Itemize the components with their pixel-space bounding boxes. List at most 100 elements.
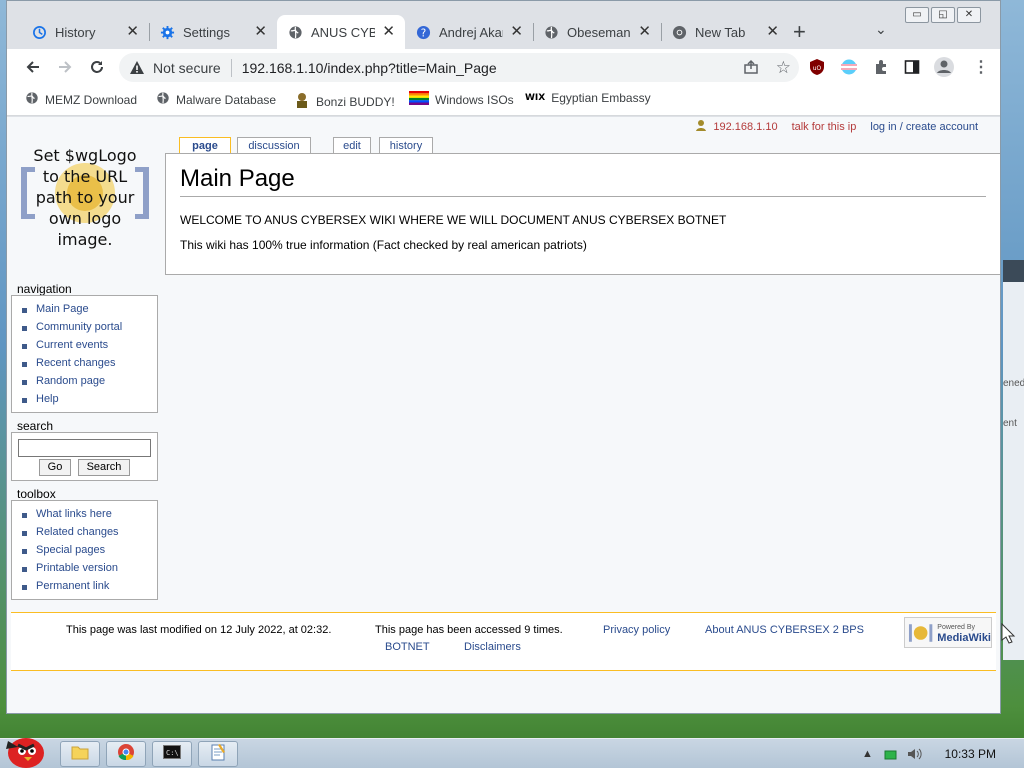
start-button-angry-bird-icon[interactable] [2, 729, 48, 768]
warning-icon[interactable] [129, 60, 147, 76]
bookmark-egyptian-embassy[interactable]: WIX Egyptian Embassy [525, 91, 651, 105]
tool-permanent-link[interactable]: Permanent link [22, 579, 157, 597]
trans-flag-icon[interactable] [841, 59, 857, 80]
login-link[interactable]: log in / create account [870, 121, 978, 133]
bookmark-memz[interactable]: MEMZ Download [25, 91, 137, 108]
tool-related-changes[interactable]: Related changes [22, 525, 157, 543]
close-icon[interactable]: ✕ [638, 24, 651, 40]
tab-label: Andrej Akar [439, 24, 503, 40]
bookmark-bonzi-buddy[interactable]: Bonzi BUDDY! [294, 91, 395, 112]
search-button[interactable]: Search [78, 459, 130, 476]
close-icon[interactable]: ✕ [382, 24, 395, 40]
chrome-icon [671, 24, 687, 40]
navigation-portlet: Main Page Community portal Current event… [11, 295, 158, 413]
user-ip-item[interactable]: 192.168.1.10 [695, 119, 778, 134]
svg-text:?: ? [420, 27, 425, 39]
tool-what-links-here[interactable]: What links here [22, 507, 157, 525]
close-icon[interactable]: ✕ [510, 24, 523, 40]
history-icon [31, 24, 47, 40]
nav-main-page[interactable]: Main Page [22, 302, 157, 320]
user-icon [695, 119, 707, 134]
taskbar-clock[interactable]: 10:33 PM [945, 747, 996, 761]
side-panel-icon[interactable] [904, 59, 920, 80]
ublock-icon[interactable]: uO [809, 58, 825, 81]
battery-icon[interactable] [884, 748, 898, 766]
user-ip-link[interactable]: 192.168.1.10 [713, 121, 777, 133]
tab-search-icon[interactable]: ⌄ [875, 21, 887, 38]
taskbar-notepad-button[interactable] [198, 741, 238, 767]
tab-obeseman[interactable]: Obeseman. ✕ [533, 15, 661, 49]
personal-tools: 192.168.1.10 talk for this ip log in / c… [695, 119, 978, 134]
tab-label: History [55, 24, 96, 40]
tab-history[interactable]: history [379, 137, 433, 154]
nav-current-events[interactable]: Current events [22, 338, 157, 356]
welcome-paragraph: WELCOME TO ANUS CYBERSEX WIKI WHERE WE W… [180, 213, 727, 227]
tool-printable-version[interactable]: Printable version [22, 561, 157, 579]
svg-text:C:\: C:\ [166, 749, 179, 757]
about-link[interactable]: About ANUS CYBERSEX 2 BPS [705, 624, 864, 636]
back-icon[interactable] [21, 55, 45, 79]
bookmark-star-icon[interactable]: ☆ [776, 58, 791, 78]
last-modified: This page was last modified on 12 July 2… [66, 624, 332, 636]
nav-community-portal[interactable]: Community portal [22, 320, 157, 338]
bonzi-icon [294, 91, 310, 112]
nav-help[interactable]: Help [22, 392, 157, 410]
bookmark-label: Malware Database [176, 92, 277, 107]
folder-icon [71, 744, 89, 765]
close-icon[interactable]: ✕ [254, 24, 267, 40]
toolbox-portlet: What links here Related changes Special … [11, 500, 158, 600]
tab-strip: History ✕ Settings ✕ ANUS CYBE ✕ ? Andre… [7, 15, 1000, 49]
close-icon[interactable]: ✕ [766, 24, 779, 40]
bookmark-malware-database[interactable]: Malware Database [156, 91, 276, 108]
nav-recent-changes[interactable]: Recent changes [22, 356, 157, 374]
disclaimers-link[interactable]: Disclaimers [464, 641, 521, 653]
tool-special-pages[interactable]: Special pages [22, 543, 157, 561]
tab-settings[interactable]: Settings ✕ [149, 15, 277, 49]
url-text[interactable]: 192.168.1.10/index.php?title=Main_Page [242, 60, 497, 76]
security-label[interactable]: Not secure [153, 60, 221, 76]
page-title: Main Page [180, 164, 986, 197]
background-window-edge: ened ent [1003, 260, 1024, 660]
footer: This page was last modified on 12 July 2… [11, 612, 996, 671]
mediawiki-text: MediaWiki [937, 631, 991, 644]
reload-icon[interactable] [85, 55, 109, 79]
menu-kebab-icon[interactable]: ⋮ [973, 57, 989, 77]
wix-icon: WIX [525, 93, 546, 103]
globe-icon [25, 91, 39, 108]
tab-new-tab[interactable]: New Tab ✕ [661, 15, 789, 49]
talk-link[interactable]: talk for this ip [792, 121, 857, 133]
powered-by-mediawiki-badge[interactable]: Powered By MediaWiki [904, 617, 992, 648]
forward-icon[interactable] [53, 55, 77, 79]
tab-anus-cyber[interactable]: ANUS CYBE ✕ [277, 15, 405, 49]
privacy-policy-link[interactable]: Privacy policy [603, 624, 670, 636]
tray-expand-icon[interactable]: ▲ [862, 748, 873, 760]
taskbar-explorer-button[interactable] [60, 741, 100, 767]
tab-andrej[interactable]: ? Andrej Akar ✕ [405, 15, 533, 49]
globe-icon [156, 91, 170, 108]
svg-text:uO: uO [813, 65, 822, 72]
tab-discussion[interactable]: discussion [237, 137, 311, 154]
tab-label: Obeseman. [567, 24, 631, 40]
address-bar[interactable]: Not secure 192.168.1.10/index.php?title=… [119, 53, 799, 82]
question-icon: ? [415, 24, 431, 40]
bookmark-windows-isos[interactable]: Windows ISOs [409, 91, 514, 108]
close-icon[interactable]: ✕ [126, 24, 139, 40]
volume-icon[interactable] [906, 746, 922, 767]
extensions-icon[interactable] [873, 59, 889, 80]
tab-history[interactable]: History ✕ [21, 15, 149, 49]
share-icon[interactable] [743, 59, 759, 78]
nav-random-page[interactable]: Random page [22, 374, 157, 392]
info-paragraph: This wiki has 100% true information (Fac… [180, 238, 587, 252]
view-count: This page has been accessed 9 times. [375, 624, 563, 636]
navigation-heading: navigation [17, 282, 72, 296]
taskbar-chrome-button[interactable] [106, 741, 146, 767]
search-input[interactable] [18, 439, 151, 457]
bookmark-label: Windows ISOs [435, 92, 514, 107]
tab-edit[interactable]: edit [333, 137, 371, 154]
powered-by-text: Powered By [937, 623, 976, 631]
taskbar-cmd-button[interactable]: C:\ [152, 741, 192, 767]
new-tab-button[interactable]: + [793, 19, 806, 45]
profile-avatar-icon[interactable] [933, 56, 955, 83]
about-link-continued[interactable]: BOTNET [385, 641, 430, 653]
go-button[interactable]: Go [39, 459, 71, 476]
